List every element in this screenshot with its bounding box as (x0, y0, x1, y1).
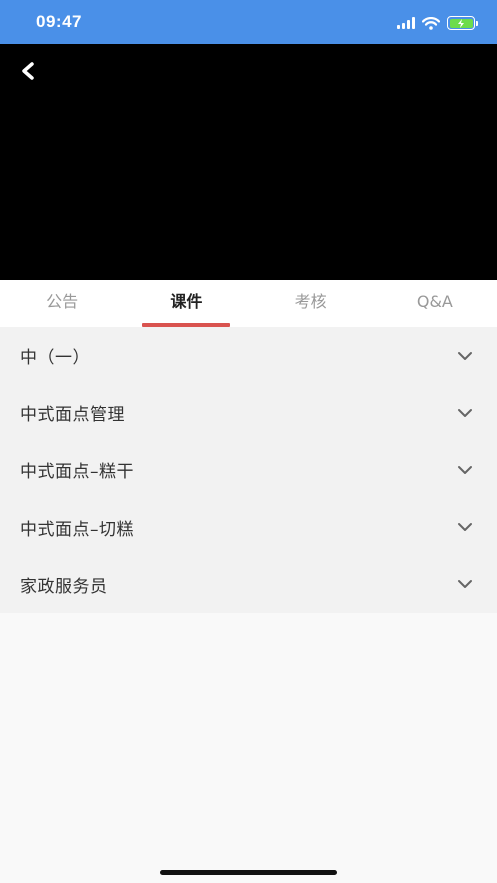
cellular-signal-icon (397, 17, 415, 29)
home-indicator (160, 870, 337, 875)
list-item-label: 中（一） (20, 348, 90, 369)
tab-announcement[interactable]: 公告 (0, 280, 124, 327)
list-item[interactable]: 家政服务员 (0, 556, 497, 613)
video-player[interactable] (0, 44, 497, 280)
chevron-down-icon (458, 408, 472, 417)
status-icons (397, 14, 478, 32)
chevron-down-icon (458, 580, 472, 589)
tab-bar: 公告 课件 考核 Q&A (0, 280, 497, 327)
chevron-left-icon (22, 62, 34, 80)
list-item-label: 家政服务员 (20, 576, 108, 597)
status-time: 09:47 (36, 12, 82, 31)
list-item[interactable]: 中式面点–切糕 (0, 499, 497, 556)
chevron-down-icon (458, 523, 472, 532)
course-list: 中（一） 中式面点管理 中式面点–糕干 中式面点–切糕 家政服务员 (0, 327, 497, 613)
list-item-label: 中式面点–切糕 (20, 519, 134, 540)
wifi-icon (422, 16, 440, 30)
status-bar: 09:47 (0, 0, 497, 44)
chevron-down-icon (458, 351, 472, 360)
list-item[interactable]: 中（一） (0, 327, 497, 384)
battery-charging-icon (447, 16, 478, 30)
list-item-label: 中式面点管理 (20, 405, 125, 426)
list-item-label: 中式面点–糕干 (20, 462, 134, 483)
chevron-down-icon (458, 465, 472, 474)
back-button[interactable] (12, 54, 44, 86)
tab-assessment[interactable]: 考核 (249, 280, 373, 327)
tab-courseware[interactable]: 课件 (124, 280, 248, 327)
list-item[interactable]: 中式面点–糕干 (0, 441, 497, 498)
tab-qa[interactable]: Q&A (373, 280, 497, 327)
list-item[interactable]: 中式面点管理 (0, 384, 497, 441)
